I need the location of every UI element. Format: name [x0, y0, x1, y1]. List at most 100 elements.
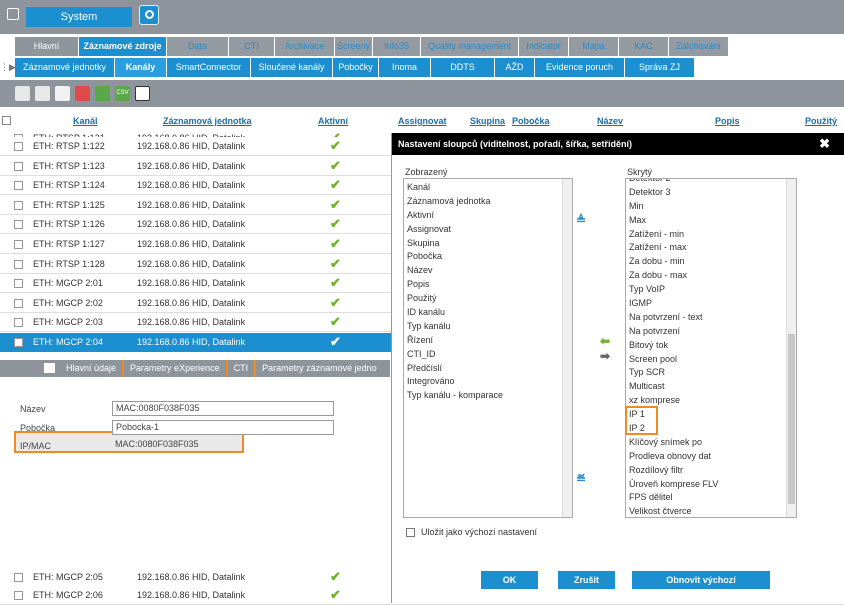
toolbar-excel-icon[interactable]	[95, 86, 110, 101]
hidden-column-item[interactable]: Na potvrzení	[626, 325, 796, 339]
tab-main-11[interactable]: KAC	[619, 37, 669, 56]
shown-column-item[interactable]: CTI_ID	[404, 348, 572, 362]
hidden-column-item[interactable]: Prodleva obnovy dat	[626, 450, 796, 464]
column-header-7[interactable]: Název	[597, 116, 623, 126]
help-icon[interactable]	[139, 5, 159, 25]
shown-scrollbar[interactable]	[562, 179, 572, 517]
hidden-column-item[interactable]: Za dobu - min	[626, 255, 796, 269]
hidden-column-item[interactable]: IGMP	[626, 297, 796, 311]
row-checkbox[interactable]	[14, 318, 23, 328]
hidden-column-item[interactable]: Zatížení - max	[626, 241, 796, 255]
tab-main-5[interactable]: Archivace	[275, 37, 335, 56]
column-header-4[interactable]: Assignovat	[398, 116, 447, 126]
row-checkbox[interactable]	[14, 259, 23, 269]
row-checkbox[interactable]	[14, 338, 23, 347]
close-icon[interactable]: ✖	[819, 133, 830, 155]
save-default-checkbox[interactable]	[406, 528, 415, 537]
tab-main-9[interactable]: Indicator	[519, 37, 569, 56]
tab-main-12[interactable]: Zálohování	[669, 37, 729, 56]
tab-main-3[interactable]: Data	[167, 37, 229, 56]
field-value[interactable]: MAC:0080F038F035	[112, 438, 240, 453]
hidden-column-item[interactable]: Bitový tok	[626, 339, 796, 353]
tab-sub-5[interactable]: Pobočky	[333, 58, 379, 77]
save-icon[interactable]	[44, 363, 55, 373]
column-header-8[interactable]: Popis	[715, 116, 740, 126]
tab-sub-4[interactable]: Sloučené kanály	[251, 58, 333, 77]
row-checkbox[interactable]	[14, 161, 23, 171]
tab-sub-6[interactable]: Inoma	[379, 58, 431, 77]
toolbar-doc-icon[interactable]	[55, 86, 70, 101]
tab-sub-2[interactable]: Kanály	[115, 58, 167, 77]
column-header-2[interactable]: Záznamová jednotka	[163, 116, 252, 126]
column-header-9[interactable]: Použitý	[805, 116, 837, 126]
row-checkbox[interactable]	[14, 200, 23, 210]
shown-column-item[interactable]: Použitý	[404, 292, 572, 306]
shown-column-item[interactable]: Předčíslí	[404, 362, 572, 376]
cancel-button[interactable]: Zrušit	[558, 571, 615, 589]
row-checkbox[interactable]	[14, 142, 23, 151]
shown-column-item[interactable]: Popis	[404, 278, 572, 292]
hidden-column-item[interactable]: Detektor 3	[626, 186, 796, 200]
shown-column-item[interactable]: Název	[404, 264, 572, 278]
shown-column-item[interactable]: Záznamová jednotka	[404, 195, 572, 209]
detail-tab-1[interactable]: Hlavní údaje	[60, 360, 122, 377]
hidden-column-item[interactable]: Min	[626, 200, 796, 214]
hidden-column-item[interactable]: Za dobu - max	[626, 269, 796, 283]
tab-sub-7[interactable]: DDTS	[431, 58, 495, 77]
move-left-arrow-icon[interactable]: ⬅	[600, 334, 610, 348]
toolbar-print-icon[interactable]	[35, 86, 50, 101]
hidden-column-item[interactable]: Multicast	[626, 380, 796, 394]
hidden-scrollbar[interactable]	[786, 179, 796, 517]
tab-main-10[interactable]: Mapa	[569, 37, 619, 56]
column-header-6[interactable]: Pobočka	[512, 116, 550, 126]
shown-column-item[interactable]: Typ kanálu - komparace	[404, 389, 572, 403]
reset-default-button[interactable]: Obnovit výchozí	[632, 571, 770, 589]
sub-tabs-expand-icon[interactable]: ⋮▶	[0, 58, 16, 77]
row-checkbox[interactable]	[14, 298, 23, 308]
row-checkbox[interactable]	[14, 573, 23, 582]
row-checkbox[interactable]	[14, 220, 23, 230]
row-checkbox[interactable]	[14, 181, 23, 191]
shown-column-item[interactable]: Aktivní	[404, 209, 572, 223]
shown-column-item[interactable]: Assignovat	[404, 223, 572, 237]
toolbar-csv-icon[interactable]: CSV	[115, 86, 130, 101]
hidden-columns-list[interactable]: Detektor 2 Detektor 3 Min Max Zatížení - min…	[625, 178, 797, 518]
shown-column-item[interactable]: Kanál	[404, 181, 572, 195]
shown-column-item[interactable]: Typ kanálu	[404, 320, 572, 334]
select-all-checkbox[interactable]	[2, 116, 11, 125]
hidden-column-item[interactable]: Rozdílový filtr	[626, 464, 796, 478]
detail-tab-2[interactable]: Parametry eXperience	[122, 360, 226, 377]
row-checkbox[interactable]	[14, 240, 23, 249]
field-value[interactable]: Pobocka-1	[112, 420, 334, 435]
hidden-column-item[interactable]: Zatížení - min	[626, 228, 796, 242]
shown-column-item[interactable]: ID kanálu	[404, 306, 572, 320]
column-header-1[interactable]: Kanál	[73, 116, 98, 126]
hidden-column-item[interactable]: Typ VoIP	[626, 283, 796, 297]
shown-column-item[interactable]: Integrováno	[404, 375, 572, 389]
tab-sub-8[interactable]: AŽD	[495, 58, 535, 77]
tab-main-6[interactable]: Screeny	[335, 37, 373, 56]
hidden-column-item[interactable]: Úroveň komprese FLV	[626, 478, 796, 492]
hidden-column-item[interactable]: Detektor 2	[626, 179, 796, 186]
tab-main-8[interactable]: Quality management	[421, 37, 519, 56]
move-to-bottom-icon[interactable]: ≝	[576, 472, 586, 486]
row-checkbox[interactable]	[14, 591, 23, 600]
column-header-3[interactable]: Aktivní	[318, 116, 348, 126]
detail-tab-4[interactable]: Parametry záznamové jedno	[254, 360, 383, 377]
hidden-column-item[interactable]: Screen pool	[626, 353, 796, 367]
tab-sub-1[interactable]: Záznamové jednotky	[15, 58, 115, 77]
shown-columns-list[interactable]: Kanál Záznamová jednotka Aktivní Assignovat…	[403, 178, 573, 518]
tab-sub-10[interactable]: Správa ZJ	[625, 58, 695, 77]
toolbar-pdf-icon[interactable]	[75, 86, 90, 101]
move-to-top-icon[interactable]: ≜	[576, 213, 586, 227]
field-value[interactable]: MAC:0080F038F035	[112, 401, 334, 416]
system-icon[interactable]	[7, 8, 19, 20]
hidden-column-item[interactable]: FPS dělitel	[626, 491, 796, 505]
tab-main-4[interactable]: CTI	[229, 37, 275, 56]
detail-tab-3[interactable]: CTI	[225, 360, 255, 377]
move-right-arrow-icon[interactable]: ➡	[600, 349, 610, 363]
hidden-column-item[interactable]: Klíčový snímek po	[626, 436, 796, 450]
shown-column-item[interactable]: Pobočka	[404, 250, 572, 264]
tab-sub-3[interactable]: SmartConnector	[167, 58, 251, 77]
toolbar-export-icon[interactable]	[15, 86, 30, 101]
